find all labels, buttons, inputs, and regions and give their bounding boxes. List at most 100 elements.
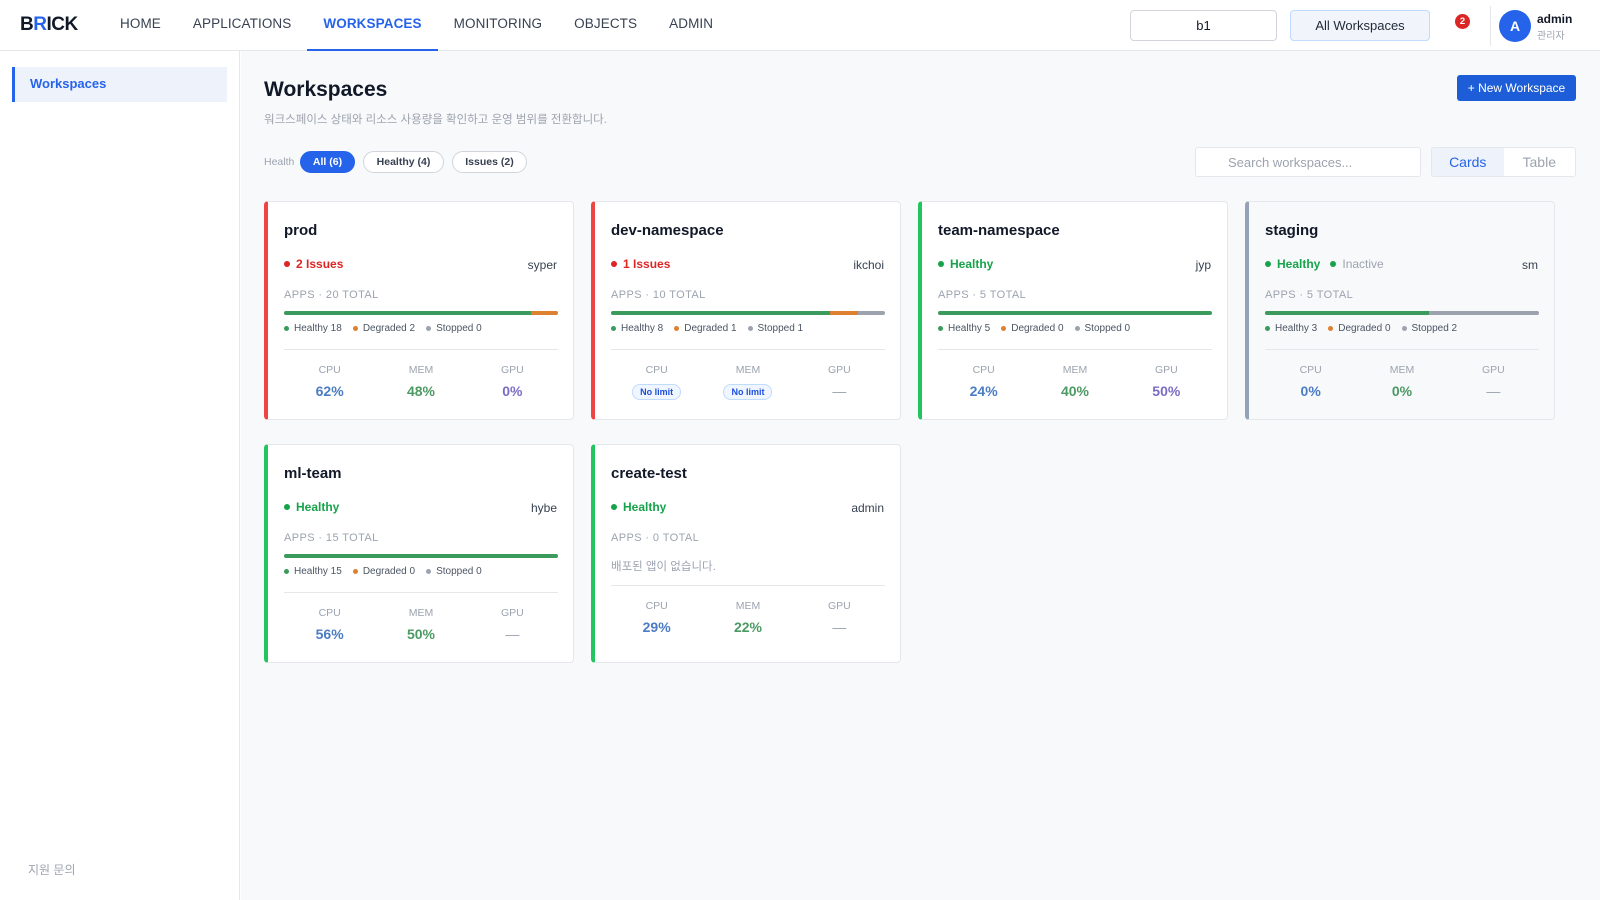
- sidebar-item-workspaces[interactable]: Workspaces: [12, 67, 227, 102]
- workspace-owner: admin: [851, 501, 884, 515]
- apps-health-bar: [1265, 311, 1539, 315]
- workspace-owner: sm: [1522, 258, 1538, 272]
- resource-metrics: CPU 29% MEM 22% GPU —: [611, 600, 885, 637]
- workspace-owner: jyp: [1195, 258, 1211, 272]
- workspace-card[interactable]: staging Healthy Inactive sm APPS · 5 TOTA…: [1245, 201, 1555, 420]
- sidebar: Workspaces 지원 문의: [0, 51, 240, 900]
- apps-legend: Healthy 15 Degraded 0 Stopped 0: [284, 566, 493, 577]
- workspace-card[interactable]: team-namespace Healthy jyp APPS · 5 TOTA…: [918, 201, 1228, 420]
- inactive-tag: Inactive: [1330, 257, 1384, 271]
- no-apps-message: 배포된 앱이 없습니다.: [611, 561, 716, 573]
- status-dot: [1265, 261, 1271, 267]
- metric-cpu: CPU 24%: [969, 364, 998, 399]
- bar-segment-healthy: [1265, 311, 1430, 315]
- metric-gpu: GPU 50%: [1152, 364, 1181, 399]
- main-nav: HOME APPLICATIONS WORKSPACES MONITORING …: [104, 0, 729, 51]
- nav-home[interactable]: HOME: [104, 0, 177, 51]
- legend-degraded: Degraded 1: [674, 323, 737, 334]
- legend-degraded: Degraded 2: [352, 323, 415, 334]
- bar-segment-degraded: [830, 311, 858, 315]
- notification-badge[interactable]: 2: [1455, 14, 1470, 29]
- workspace-card[interactable]: ml-team Healthy hybe APPS · 15 TOTAL Hea…: [264, 444, 574, 663]
- status-text: 2 Issues: [296, 257, 344, 271]
- filter-issues[interactable]: Issues (2): [452, 151, 527, 173]
- view-toggle: Cards Table: [1431, 147, 1576, 177]
- apps-legend: Healthy 8 Degraded 1 Stopped 1: [611, 323, 814, 334]
- new-workspace-button[interactable]: + New Workspace: [1457, 75, 1576, 101]
- workspace-scope-selector[interactable]: All Workspaces: [1290, 10, 1430, 41]
- card-divider: [284, 349, 558, 350]
- metric-mem: MEM 48%: [406, 364, 435, 399]
- no-limit-badge: No limit: [632, 384, 682, 400]
- header-divider: [1490, 6, 1491, 46]
- user-name[interactable]: admin: [1537, 12, 1572, 26]
- metric-cpu: CPU 56%: [315, 607, 344, 642]
- workspace-name: ml-team: [284, 465, 342, 482]
- status-text: Healthy: [623, 500, 667, 514]
- apps-legend: Healthy 5 Degraded 0 Stopped 0: [938, 323, 1141, 334]
- status-dot: [611, 261, 617, 267]
- apps-total-label: APPS · 10 TOTAL: [611, 289, 706, 301]
- workspace-card[interactable]: dev-namespace 1 Issues ikchoi APPS · 10 …: [591, 201, 901, 420]
- nav-admin[interactable]: ADMIN: [653, 0, 729, 51]
- health-filter-label: Health: [264, 156, 295, 168]
- page-title: Workspaces: [264, 78, 388, 101]
- apps-health-bar: [284, 311, 558, 315]
- filter-all[interactable]: All (6): [300, 151, 355, 173]
- support-link[interactable]: 지원 문의: [28, 861, 76, 878]
- brand-logo[interactable]: BRICK: [20, 14, 78, 36]
- metric-mem: MEM 0%: [1389, 364, 1415, 399]
- view-table-option[interactable]: Table: [1504, 148, 1576, 176]
- apps-health-bar: [284, 554, 558, 558]
- no-limit-badge: No limit: [723, 384, 773, 400]
- metric-gpu: GPU —: [500, 607, 524, 642]
- legend-healthy: Healthy 15: [284, 566, 342, 577]
- page-subtitle: 워크스페이스 상태와 리소스 사용량을 확인하고 운영 범위를 전환합니다.: [264, 114, 607, 126]
- status-text: Healthy: [296, 500, 340, 514]
- status-dot: [938, 261, 944, 267]
- namespace-selector[interactable]: b1: [1130, 10, 1277, 41]
- nav-objects[interactable]: OBJECTS: [558, 0, 653, 51]
- apps-total-label: APPS · 15 TOTAL: [284, 532, 379, 544]
- bar-segment-healthy: [938, 311, 1212, 315]
- workspace-name: staging: [1265, 222, 1319, 239]
- legend-healthy: Healthy 3: [1265, 323, 1317, 334]
- bar-segment-stopped: [1429, 311, 1539, 315]
- status-badge: Healthy: [938, 257, 993, 271]
- avatar[interactable]: A: [1499, 10, 1531, 42]
- nav-monitoring[interactable]: MONITORING: [438, 0, 559, 51]
- bar-segment-healthy: [284, 554, 558, 558]
- status-dot: [284, 261, 290, 267]
- status-badge: 1 Issues: [611, 257, 670, 271]
- metric-gpu: GPU —: [827, 364, 851, 399]
- legend-degraded: Degraded 0: [352, 566, 415, 577]
- workspace-name: dev-namespace: [611, 222, 724, 239]
- legend-healthy: Healthy 8: [611, 323, 663, 334]
- card-divider: [1265, 349, 1539, 350]
- view-cards-option[interactable]: Cards: [1432, 148, 1504, 176]
- workspace-card[interactable]: prod 2 Issues syper APPS · 20 TOTAL Heal…: [264, 201, 574, 420]
- nav-workspaces[interactable]: WORKSPACES: [307, 0, 438, 51]
- filter-healthy[interactable]: Healthy (4): [363, 151, 444, 173]
- status-text: Healthy: [950, 257, 994, 271]
- status-text: Healthy: [1277, 257, 1321, 271]
- workspace-name: team-namespace: [938, 222, 1060, 239]
- card-divider: [611, 585, 885, 586]
- inactive-dot: [1330, 261, 1337, 267]
- metric-mem: MEM 22%: [733, 600, 762, 635]
- nav-applications[interactable]: APPLICATIONS: [177, 0, 307, 51]
- status-badge: Healthy: [611, 500, 666, 514]
- workspace-card[interactable]: create-test Healthy admin APPS · 0 TOTAL…: [591, 444, 901, 663]
- apps-health-bar: [938, 311, 1212, 315]
- legend-degraded: Degraded 0: [1001, 323, 1064, 334]
- apps-total-label: APPS · 20 TOTAL: [284, 289, 379, 301]
- status-badge: Healthy Inactive: [1265, 257, 1384, 271]
- search-input[interactable]: [1195, 147, 1421, 177]
- legend-healthy: Healthy 5: [938, 323, 990, 334]
- legend-stopped: Stopped 1: [747, 323, 803, 334]
- bar-segment-healthy: [611, 311, 831, 315]
- resource-metrics: CPU 0% MEM 0% GPU —: [1265, 364, 1539, 401]
- apps-total-label: APPS · 0 TOTAL: [611, 532, 700, 544]
- metric-cpu: CPU 29%: [642, 600, 671, 635]
- legend-stopped: Stopped 2: [1401, 323, 1457, 334]
